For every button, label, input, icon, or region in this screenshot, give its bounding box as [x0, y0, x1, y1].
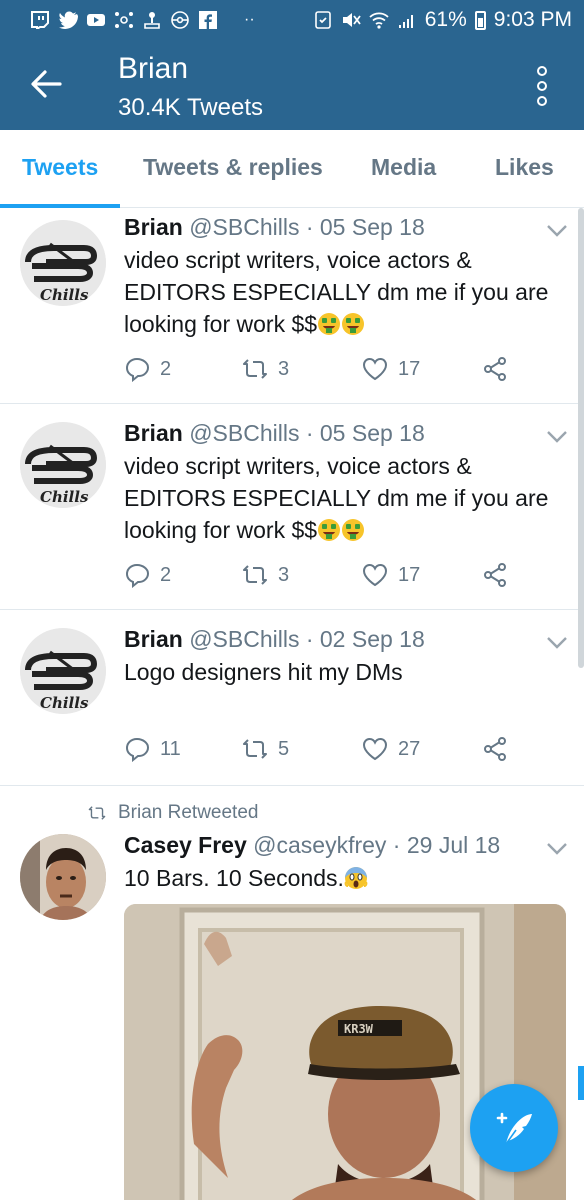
back-arrow-icon[interactable] — [28, 66, 64, 102]
author-handle-date: @SBChills · 05 Sep 18 — [189, 420, 425, 446]
overflow-menu-icon[interactable] — [530, 66, 554, 106]
chevron-down-icon[interactable] — [546, 224, 568, 238]
tweet-item[interactable]: Chills Brian @SBChills · 05 Sep 18 video… — [0, 404, 584, 610]
profile-name: Brian — [118, 52, 189, 85]
retweet-indicator: Brian Retweeted — [86, 802, 258, 824]
money-mouth-emoji-icon — [317, 312, 341, 336]
tab-media[interactable]: Media — [371, 154, 436, 181]
compose-tweet-icon — [496, 1112, 532, 1145]
tweet-header: Brian @SBChills · 05 Sep 18 — [124, 420, 425, 447]
tweet-header: Brian @SBChills · 02 Sep 18 — [124, 626, 425, 653]
share-icon — [482, 736, 508, 762]
svg-text:Chills: Chills — [40, 286, 89, 304]
retweet-button[interactable]: 5 — [242, 736, 289, 762]
tweet-header: Casey Frey @caseykfrey · 29 Jul 18 — [124, 832, 500, 859]
avatar[interactable]: Chills — [20, 628, 106, 714]
youtube-icon — [86, 11, 106, 29]
chevron-down-icon[interactable] — [546, 430, 568, 444]
author-handle-date: @SBChills · 02 Sep 18 — [189, 626, 425, 652]
reply-button[interactable]: 2 — [124, 562, 171, 588]
retweet-button[interactable]: 3 — [242, 562, 289, 588]
author-handle-date: @SBChills · 05 Sep 18 — [189, 214, 425, 240]
tweet-actions: 11 5 27 — [124, 736, 524, 766]
twitch-icon — [30, 11, 50, 29]
scroll-edge-indicator — [578, 1066, 584, 1100]
heart-icon — [362, 736, 388, 762]
reply-button[interactable]: 11 — [124, 736, 181, 762]
mute-icon — [341, 11, 361, 29]
chevron-down-icon[interactable] — [546, 636, 568, 650]
svg-text:Chills: Chills — [40, 694, 89, 712]
notification-icons: ·· — [30, 11, 255, 29]
svg-text:Chills: Chills — [40, 488, 89, 506]
retweet-button[interactable]: 3 — [242, 356, 289, 382]
author-name[interactable]: Casey Frey — [124, 832, 247, 858]
money-mouth-emoji-icon — [341, 518, 365, 542]
twitter-icon — [58, 11, 78, 29]
share-button[interactable] — [482, 356, 508, 382]
avatar[interactable] — [20, 834, 106, 920]
author-name[interactable]: Brian — [124, 420, 183, 446]
chevron-down-icon[interactable] — [546, 842, 568, 856]
reply-icon — [124, 562, 150, 588]
scrollbar[interactable] — [578, 208, 584, 668]
battery-icon — [474, 10, 486, 30]
svg-text:KR3W: KR3W — [344, 1022, 374, 1036]
tweet-item[interactable]: Chills Brian @SBChills · 02 Sep 18 Logo … — [0, 610, 584, 786]
like-button[interactable]: 17 — [362, 562, 420, 588]
retweet-icon — [242, 562, 268, 588]
avatar[interactable]: Chills — [20, 220, 106, 306]
tab-tweets-and-replies[interactable]: Tweets & replies — [143, 154, 323, 181]
author-name[interactable]: Brian — [124, 214, 183, 240]
tweet-text: Logo designers hit my DMs — [124, 659, 403, 685]
tweet-text: video script writers, voice actors & EDI… — [124, 453, 549, 543]
share-icon — [482, 356, 508, 382]
retweet-icon — [242, 356, 268, 382]
tweet-text: video script writers, voice actors & EDI… — [124, 247, 549, 337]
tweet-actions: 2 3 17 — [124, 356, 524, 386]
share-icon — [482, 562, 508, 588]
retweet-icon — [86, 804, 108, 822]
author-name[interactable]: Brian — [124, 626, 183, 652]
retweet-icon — [242, 736, 268, 762]
reply-icon — [124, 356, 150, 382]
like-button[interactable]: 27 — [362, 736, 420, 762]
more-notifications-dots: ·· — [244, 11, 255, 28]
signal-icon — [397, 11, 417, 29]
tab-likes[interactable]: Likes — [495, 154, 554, 181]
like-button[interactable]: 17 — [362, 356, 420, 382]
heart-icon — [362, 356, 388, 382]
money-mouth-emoji-icon — [341, 312, 365, 336]
share-button[interactable] — [482, 562, 508, 588]
share-button[interactable] — [482, 736, 508, 762]
profile-header: Brian 30.4K Tweets — [0, 40, 584, 130]
reply-icon — [124, 736, 150, 762]
tweet-header: Brian @SBChills · 05 Sep 18 — [124, 214, 425, 241]
network-icon — [114, 11, 134, 29]
reply-button[interactable]: 2 — [124, 356, 171, 382]
profile-tabs: Tweets Tweets & replies Media Likes — [0, 130, 584, 208]
money-mouth-emoji-icon — [317, 518, 341, 542]
compose-tweet-button[interactable] — [470, 1084, 558, 1172]
clock: 9:03 PM — [493, 8, 572, 31]
joystick-icon — [142, 11, 162, 29]
battery-percent: 61% — [424, 8, 467, 31]
author-handle-date: @caseykfrey · 29 Jul 18 — [253, 832, 501, 858]
pokeball-icon — [170, 11, 190, 29]
tweet-text: 10 Bars. 10 Seconds. — [124, 862, 564, 894]
tweet-actions: 2 3 17 — [124, 562, 524, 592]
status-bar: ·· 61% 9:03 PM — [0, 0, 584, 40]
tweet-count: 30.4K Tweets — [118, 94, 263, 121]
avatar[interactable]: Chills — [20, 422, 106, 508]
heart-icon — [362, 562, 388, 588]
facebook-icon — [198, 11, 218, 29]
system-icons: 61% 9:03 PM — [313, 8, 572, 32]
tweet-item[interactable]: Chills Brian @SBChills · 05 Sep 18 video… — [0, 208, 584, 404]
sync-icon — [313, 11, 333, 29]
wifi-icon — [369, 11, 389, 29]
tab-tweets[interactable]: Tweets — [22, 154, 98, 181]
screaming-face-emoji-icon — [344, 867, 368, 889]
